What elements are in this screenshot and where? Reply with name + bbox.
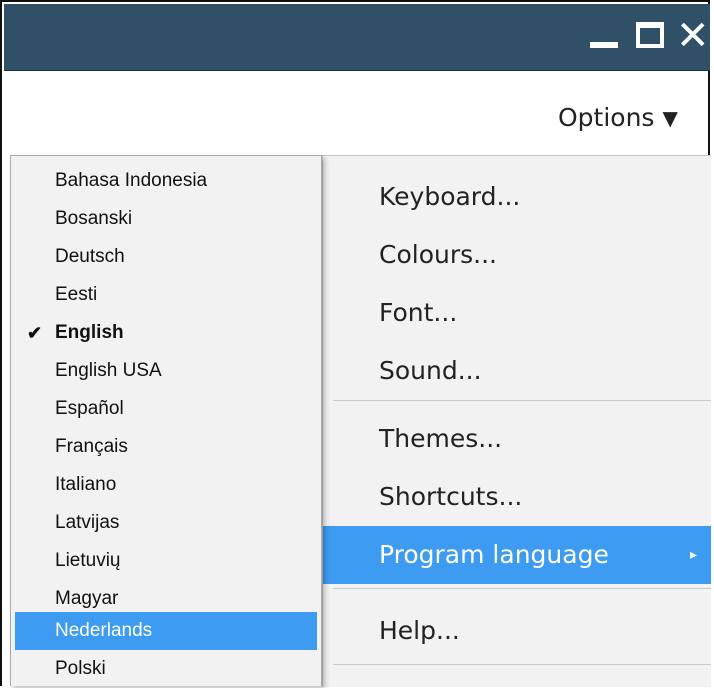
menu-item-colours[interactable]: Colours... [323,226,711,284]
menu-item-program-language[interactable]: Program language ▸ [323,526,711,584]
language-item-nederlands[interactable]: Nederlands [15,612,317,650]
minimize-icon[interactable] [586,16,622,56]
menu-item-sound[interactable]: Sound... [323,342,711,400]
language-item-latvijas[interactable]: Latvijas [15,504,317,542]
language-item-eesti[interactable]: Eesti [15,276,317,314]
menu-separator [333,588,711,589]
menu-item-themes[interactable]: Themes... [323,410,711,468]
menu-item-program-language-label: Program language [379,540,609,569]
close-icon[interactable]: ✕ [676,16,712,56]
language-item-english-usa[interactable]: English USA [15,352,317,390]
language-item-deutsch[interactable]: Deutsch [15,238,317,276]
options-menu-button[interactable]: Options ▼ [558,98,678,138]
menu-separator [333,664,711,665]
menu-separator [333,400,711,401]
language-item-polski[interactable]: Polski [15,650,317,688]
options-dropdown-menu: Keyboard... Colours... Font... Sound... … [322,155,711,687]
language-item-english-label: English [55,322,124,343]
menu-item-shortcuts[interactable]: Shortcuts... [323,468,711,526]
caret-down-icon: ▼ [662,106,678,130]
menu-item-help[interactable]: Help... [323,602,711,660]
menu-item-font[interactable]: Font... [323,284,711,342]
submenu-arrow-icon: ▸ [689,547,697,563]
options-label: Options [558,103,655,132]
title-bar: ✕ [4,4,710,71]
language-item-francais[interactable]: Français [15,428,317,466]
language-item-lietuviu[interactable]: Lietuvių [15,542,317,580]
language-item-espanol[interactable]: Español [15,390,317,428]
menu-item-keyboard[interactable]: Keyboard... [323,168,711,226]
language-item-bahasa-indonesia[interactable]: Bahasa Indonesia [15,162,317,200]
maximize-icon[interactable] [632,16,668,56]
language-item-english[interactable]: ✔ English [15,314,317,352]
language-submenu: Bahasa Indonesia Bosanski Deutsch Eesti … [10,155,322,686]
language-item-italiano[interactable]: Italiano [15,466,317,504]
language-item-bosanski[interactable]: Bosanski [15,200,317,238]
checkmark-icon: ✔ [27,323,43,343]
